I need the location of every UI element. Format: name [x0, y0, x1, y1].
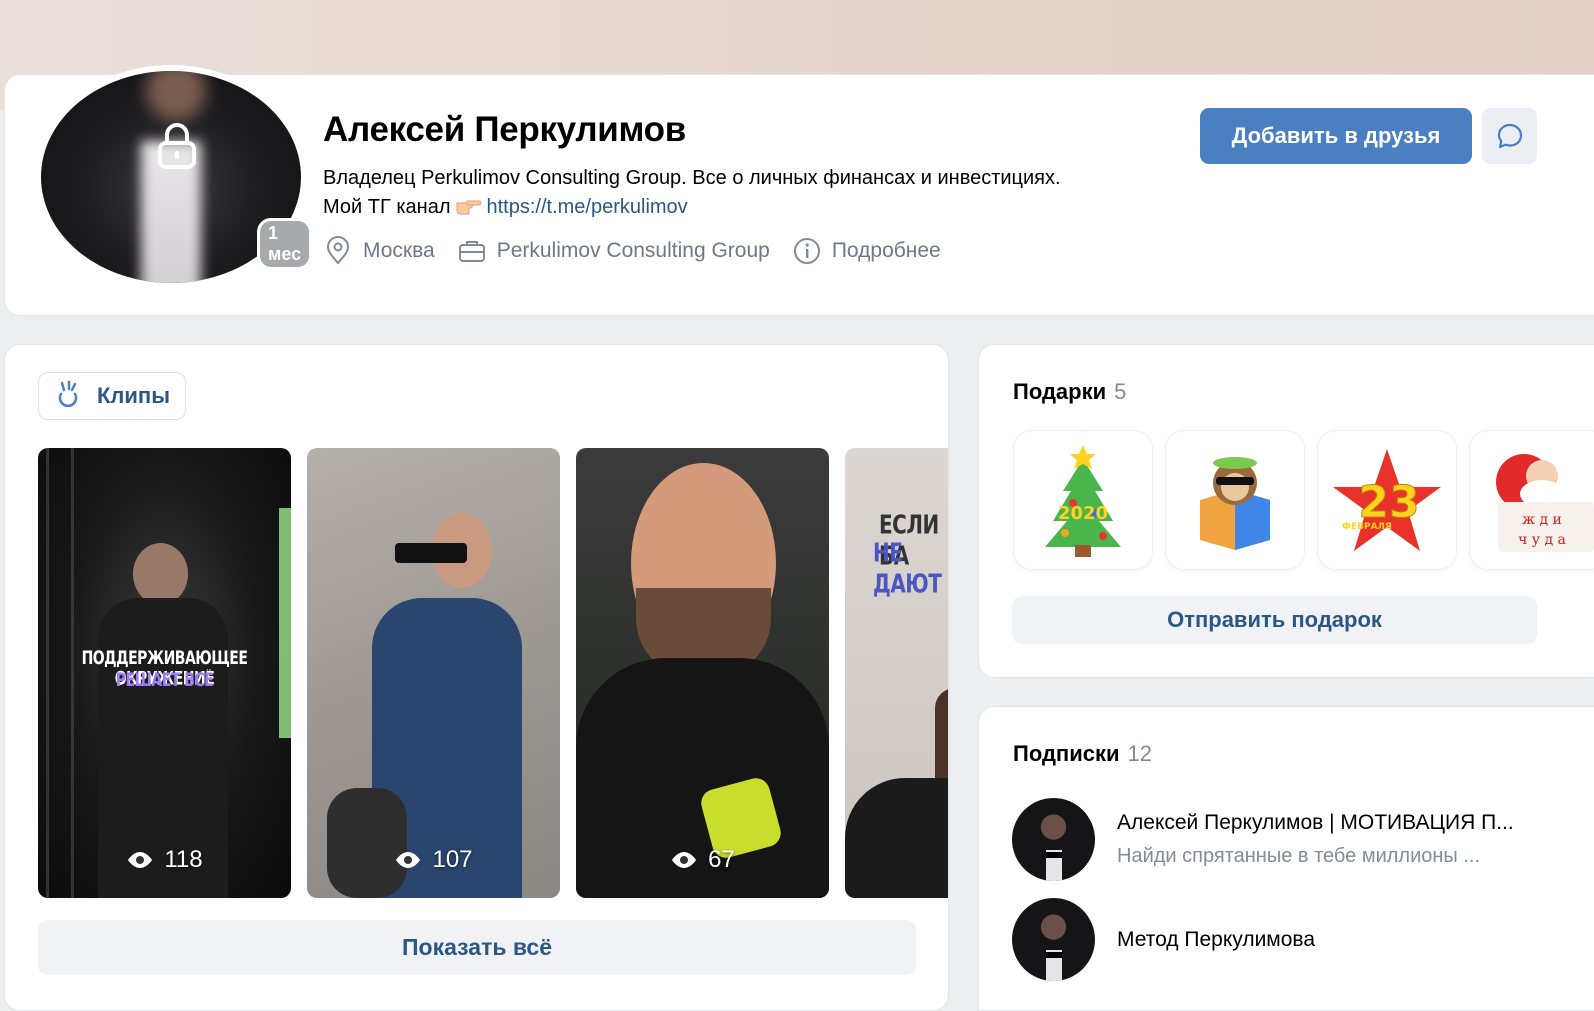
- online-time-badge: 1 мес: [257, 218, 313, 270]
- location-item[interactable]: Москва: [323, 236, 435, 266]
- monkey-box-gift[interactable]: [1166, 431, 1304, 569]
- feb23-star-gift[interactable]: 23 ФЕВРАЛЯ: [1318, 431, 1456, 569]
- subscriptions-count: 12: [1127, 741, 1152, 766]
- add-friend-button[interactable]: Добавить в друзья: [1200, 108, 1472, 164]
- clips-card: Клипы ПОДДЕРЖИВАЮЩЕЕ ОКРУЖЕНИЕ РЕШАЕТ ВС…: [4, 344, 949, 1011]
- status-line-1: Владелец Perkulimov Consulting Group. Вс…: [323, 167, 1061, 189]
- status-line-2: Мой ТГ канал https://t.me/perkulimov: [323, 193, 1061, 222]
- clip-thumbnail[interactable]: 107: [307, 448, 560, 898]
- lock-icon: [158, 123, 196, 169]
- clips-label: Клипы: [97, 383, 171, 408]
- work-label: Perkulimov Consulting Group: [496, 239, 770, 262]
- santa-icon: ж д и ч у д а: [1496, 454, 1594, 552]
- send-gift-button[interactable]: Отправить подарок: [1012, 596, 1537, 644]
- profile-status: Владелец Perkulimov Consulting Group. Вс…: [323, 164, 1061, 222]
- christmas-tree-icon: 2020: [1045, 445, 1121, 557]
- subscription-item[interactable]: Метод Перкулимова: [1012, 898, 1572, 981]
- svg-text:2020: 2020: [1058, 503, 1108, 524]
- more-info-item[interactable]: Подробнее: [792, 236, 941, 266]
- clip-thumbnail[interactable]: 67: [576, 448, 829, 898]
- subscription-item[interactable]: Алексей Перкулимов | МОТИВАЦИЯ П... Найд…: [1012, 798, 1572, 881]
- svg-text:ФЕВРАЛЯ: ФЕВРАЛЯ: [1342, 522, 1392, 532]
- clip-caption-accent: РЕШАЕТ ВСЁ: [115, 670, 214, 692]
- clip-views: 118: [38, 846, 291, 874]
- clips-icon: [58, 380, 78, 408]
- clips-tab[interactable]: Клипы: [38, 372, 187, 420]
- clip-views: 107: [307, 846, 560, 874]
- avatar: [1012, 798, 1095, 881]
- clip-thumbnail[interactable]: ЕСЛИ БА НЕ ДАЮТ: [845, 448, 948, 898]
- gifts-title[interactable]: Подарки 5: [1013, 379, 1126, 405]
- show-all-clips-button[interactable]: Показать всё: [38, 920, 916, 975]
- avatar-wrap[interactable]: 1 мес: [35, 65, 313, 289]
- briefcase-icon: [458, 241, 485, 262]
- christmas-tree-gift[interactable]: 2020: [1014, 431, 1152, 569]
- santa-gift[interactable]: ж д и ч у д а: [1470, 431, 1594, 569]
- message-icon: [1497, 123, 1522, 149]
- subscriptions-title[interactable]: Подписки 12: [1013, 741, 1152, 767]
- monkey-box-icon: [1200, 457, 1270, 550]
- pointing-hand-icon: [456, 200, 481, 215]
- work-item[interactable]: Perkulimov Consulting Group: [457, 236, 770, 266]
- clip-thumbnail[interactable]: ПОДДЕРЖИВАЮЩЕЕ ОКРУЖЕНИЕ РЕШАЕТ ВСЁ 118: [38, 448, 291, 898]
- profile-info-row: Москва Perkulimov Consulting Group Подро…: [323, 236, 941, 266]
- telegram-link[interactable]: https://t.me/perkulimov: [487, 196, 688, 218]
- gifts-card: Подарки 5 2020 23 ФЕВРАЛЯ ж д и ч у д а …: [978, 344, 1594, 678]
- location-label: Москва: [363, 239, 435, 262]
- svg-text:ч у д а: ч у д а: [1518, 532, 1566, 548]
- red-star-icon: 23 ФЕВРАЛЯ: [1333, 449, 1441, 551]
- eye-icon: [672, 852, 697, 868]
- status-prefix: Мой ТГ канал: [323, 196, 451, 218]
- subscription-name: Метод Перкулимова: [1117, 927, 1316, 951]
- profile-name: Алексей Перкулимов: [323, 110, 686, 149]
- subscriptions-card: Подписки 12 Алексей Перкулимов | МОТИВАЦИ…: [978, 706, 1594, 1011]
- gifts-count: 5: [1114, 379, 1127, 404]
- eye-icon: [128, 852, 153, 868]
- subscription-name: Алексей Перкулимов | МОТИВАЦИЯ П...: [1117, 811, 1514, 834]
- avatar: [1012, 898, 1095, 981]
- subscription-desc: Найди спрятанные в тебе миллионы ...: [1117, 845, 1481, 867]
- clip-views: 67: [576, 846, 829, 874]
- location-pin-icon: [326, 236, 350, 265]
- more-info-label: Подробнее: [831, 239, 941, 262]
- clip-caption-accent: НЕ ДАЮТ: [873, 536, 942, 600]
- eye-icon: [396, 852, 421, 868]
- info-icon: [793, 238, 820, 264]
- message-button[interactable]: [1482, 108, 1537, 164]
- svg-text:ж д и: ж д и: [1522, 512, 1562, 528]
- svg-text:23: 23: [1358, 477, 1419, 528]
